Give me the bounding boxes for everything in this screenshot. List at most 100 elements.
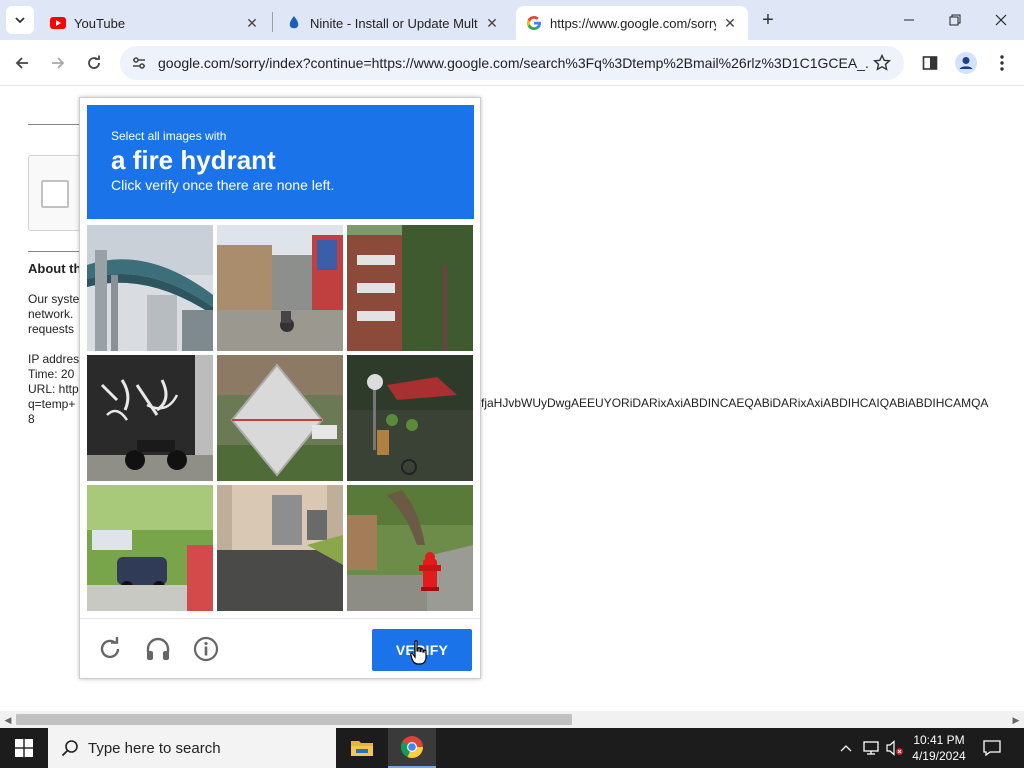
refresh-icon	[100, 637, 120, 659]
profile-avatar-icon	[955, 52, 977, 74]
tab-title: Ninite - Install or Update Multiple Apps…	[310, 15, 478, 31]
minimize-button[interactable]	[886, 0, 932, 40]
chevron-up-icon	[840, 745, 852, 752]
instruction-sub: Click verify once there are none left.	[111, 177, 335, 193]
explanation-line: network.	[28, 307, 74, 321]
reload-challenge-button[interactable]	[96, 635, 124, 663]
restore-button[interactable]	[932, 0, 978, 40]
system-clock[interactable]: 10:41 PM 4/19/2024	[906, 732, 972, 764]
close-icon	[995, 14, 1007, 26]
captcha-challenge-dialog: Select all images with a fire hydrant Cl…	[79, 97, 481, 679]
close-icon[interactable]: ✕	[722, 15, 738, 31]
ip-address-line: IP addres	[28, 352, 80, 366]
browser-toolbar: google.com/sorry/index?continue=https://…	[0, 40, 1024, 86]
info-button[interactable]	[192, 635, 220, 663]
menu-button[interactable]	[990, 51, 1014, 75]
audio-challenge-button[interactable]	[144, 635, 172, 663]
show-hidden-icons-button[interactable]	[836, 728, 856, 768]
tab-strip: YouTube ✕ Ninite - Install or Update Mul…	[0, 0, 1024, 40]
new-tab-button[interactable]: +	[756, 8, 780, 32]
scroll-right-icon[interactable]: ▶	[1010, 714, 1022, 726]
headphones-icon	[146, 637, 170, 660]
ninite-icon	[289, 16, 299, 29]
notification-center-button[interactable]	[978, 728, 1006, 768]
time-line: Time: 20	[28, 367, 75, 381]
captcha-tile-street-market[interactable]	[347, 355, 473, 481]
folder-icon	[351, 741, 373, 756]
about-heading: About th	[28, 261, 82, 276]
tab-separator	[272, 12, 273, 32]
clock-date: 4/19/2024	[912, 749, 966, 763]
reload-button[interactable]	[80, 49, 108, 77]
captcha-tile-apartment-building[interactable]	[347, 225, 473, 351]
url-line: URL: http	[28, 382, 79, 396]
captcha-tile-fire-hydrant[interactable]	[347, 485, 473, 611]
search-icon	[60, 738, 80, 758]
google-icon	[527, 16, 541, 30]
youtube-icon	[50, 17, 66, 29]
forward-button[interactable]	[44, 49, 72, 77]
windows-logo-icon	[15, 739, 33, 757]
explanation-line: Our syste	[28, 292, 80, 306]
side-panel-icon	[922, 56, 938, 70]
arrow-right-icon	[52, 57, 65, 69]
volume-control[interactable]	[884, 728, 906, 768]
divider	[28, 124, 80, 125]
taskbar-chrome[interactable]	[388, 728, 436, 768]
mouse-cursor-icon	[410, 640, 427, 665]
network-status[interactable]	[860, 728, 882, 768]
captcha-tile-building-entrance[interactable]	[217, 485, 343, 611]
arrow-left-icon	[15, 57, 28, 69]
tab-search-button[interactable]	[6, 6, 34, 34]
search-placeholder: Type here to search	[88, 739, 221, 757]
profile-button[interactable]	[954, 51, 978, 75]
recaptcha-checkbox[interactable]	[41, 180, 69, 208]
site-info-icon[interactable]	[128, 52, 150, 74]
captcha-tile-overpass-bridge[interactable]	[87, 225, 213, 351]
back-button[interactable]	[8, 49, 36, 77]
chevron-down-icon	[15, 17, 25, 24]
info-icon	[193, 636, 219, 662]
tab-google-sorry[interactable]: https://www.google.com/sorry/index ✕	[516, 6, 748, 40]
tab-title: https://www.google.com/sorry/index	[550, 15, 716, 31]
tab-youtube[interactable]: YouTube ✕	[40, 6, 270, 40]
chrome-icon	[401, 736, 423, 758]
taskbar-file-explorer[interactable]	[338, 728, 386, 768]
minimize-icon	[904, 19, 914, 21]
explanation-line: requests	[28, 322, 75, 336]
scroll-left-icon[interactable]: ◀	[2, 714, 14, 726]
volume-muted-icon	[886, 740, 903, 756]
instruction-small: Select all images with	[111, 129, 227, 143]
close-icon[interactable]: ✕	[244, 15, 260, 31]
captcha-tile-parked-car[interactable]	[87, 485, 213, 611]
windows-taskbar: Type here to search 10:41 PM 4/19/2024	[0, 728, 1024, 768]
close-window-button[interactable]	[978, 0, 1024, 40]
url-text[interactable]: google.com/sorry/index?continue=https://…	[158, 55, 868, 71]
taskbar-search-box[interactable]: Type here to search	[48, 728, 336, 768]
query-line-end: 8	[28, 412, 35, 426]
captcha-tile-street-motorbike[interactable]	[217, 225, 343, 351]
captcha-tile-diamond-sign[interactable]	[217, 355, 343, 481]
instruction-target: a fire hydrant	[111, 145, 276, 175]
query-line: q=temp+	[28, 397, 76, 411]
start-button[interactable]	[0, 728, 48, 768]
clock-time: 10:41 PM	[913, 733, 965, 747]
captcha-tile-motorcycle-graffiti[interactable]	[87, 355, 213, 481]
side-panel-button[interactable]	[918, 51, 942, 75]
close-icon[interactable]: ✕	[484, 15, 500, 31]
notification-icon	[983, 740, 1001, 756]
more-vert-icon	[1000, 55, 1004, 71]
divider	[28, 251, 80, 252]
reload-icon	[88, 55, 100, 69]
tab-ninite[interactable]: Ninite - Install or Update Multiple Apps…	[276, 6, 510, 40]
network-icon	[863, 741, 879, 755]
bookmark-star-icon[interactable]	[872, 53, 892, 73]
restore-icon	[949, 14, 961, 26]
scrollbar-thumb[interactable]	[16, 714, 572, 725]
captcha-image-grid	[87, 225, 474, 612]
horizontal-scrollbar[interactable]: ◀ ▶	[0, 711, 1024, 728]
captcha-instructions: Select all images with a fire hydrant Cl…	[87, 105, 474, 219]
address-bar[interactable]: google.com/sorry/index?continue=https://…	[120, 46, 904, 80]
url-continuation-text: fjaHJvbWUyDwgAEEUYORiDARixAxiABDINCAEQAB…	[481, 396, 989, 410]
tab-title: YouTube	[74, 15, 126, 31]
